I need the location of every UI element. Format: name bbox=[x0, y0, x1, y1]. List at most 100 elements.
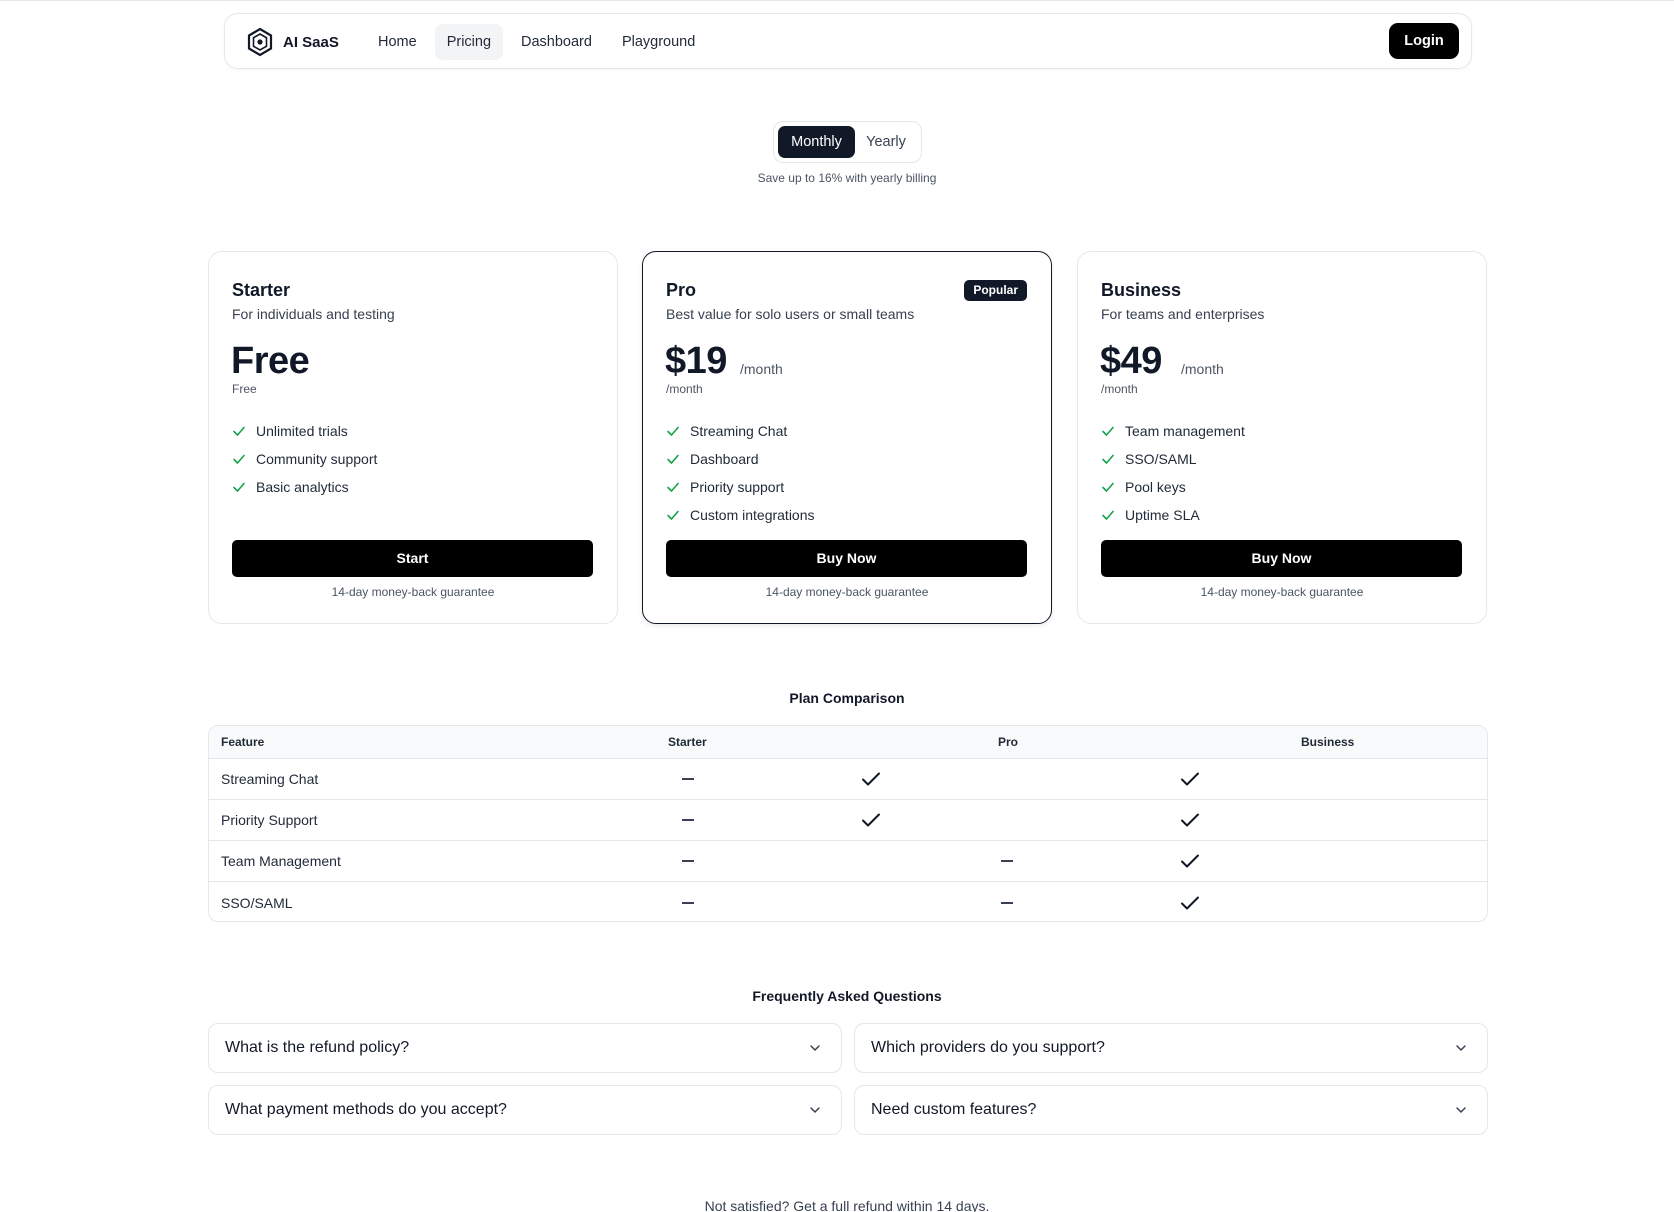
plan-guarantee: 14-day money-back guarantee bbox=[765, 585, 929, 599]
plan-card-pro: Pro Popular Best value for solo users or… bbox=[642, 251, 1052, 624]
row-feature: Streaming Chat bbox=[221, 771, 319, 787]
check-icon bbox=[1102, 454, 1114, 464]
faq-question: Need custom features? bbox=[871, 1101, 1037, 1118]
cell-starter bbox=[673, 882, 703, 921]
plan-price: Free bbox=[231, 340, 310, 382]
feature-label: Uptime SLA bbox=[1125, 507, 1200, 523]
check-icon bbox=[1181, 854, 1199, 868]
plan-guarantee: 14-day money-back guarantee bbox=[331, 585, 495, 599]
feature-item: Basic analytics bbox=[232, 473, 377, 501]
table-row: Team Management bbox=[209, 841, 1487, 882]
feature-label: Custom integrations bbox=[690, 507, 815, 523]
buy-now-button[interactable]: Buy Now bbox=[666, 540, 1027, 577]
table-row: SSO/SAML bbox=[209, 882, 1487, 921]
feature-item: Priority support bbox=[666, 473, 815, 501]
check-icon bbox=[233, 454, 245, 464]
buy-now-button[interactable]: Buy Now bbox=[1101, 540, 1462, 577]
feature-item: Dashboard bbox=[666, 445, 815, 473]
check-icon bbox=[1102, 426, 1114, 436]
feature-label: Community support bbox=[256, 451, 378, 467]
start-button[interactable]: Start bbox=[232, 540, 593, 577]
feature-item: Pool keys bbox=[1101, 473, 1245, 501]
plan-price: $49 bbox=[1100, 340, 1162, 382]
cell-pro bbox=[856, 800, 886, 840]
feature-list: Streaming Chat Dashboard Priority suppor… bbox=[666, 417, 815, 529]
yearly-toggle[interactable]: Yearly bbox=[855, 126, 917, 158]
feature-item: Custom integrations bbox=[666, 501, 815, 529]
dash-icon bbox=[1001, 901, 1013, 904]
faq-question: Which providers do you support? bbox=[871, 1039, 1105, 1056]
row-feature: Team Management bbox=[221, 853, 341, 869]
check-icon bbox=[862, 813, 880, 827]
comparison-title: Plan Comparison bbox=[789, 690, 905, 706]
dash-icon bbox=[682, 819, 694, 821]
header-pro: Pro bbox=[998, 735, 1019, 749]
cell-business bbox=[1175, 800, 1205, 840]
check-icon bbox=[667, 426, 679, 436]
popular-badge: Popular bbox=[964, 280, 1027, 301]
faq-item-payment[interactable]: What payment methods do you accept? bbox=[208, 1085, 842, 1135]
plan-subtext: /month bbox=[666, 382, 703, 396]
check-icon bbox=[1102, 510, 1114, 520]
cell-pro bbox=[992, 882, 1022, 921]
plan-description: Best value for solo users or small teams bbox=[666, 306, 915, 322]
nav-link-home[interactable]: Home bbox=[366, 24, 429, 60]
feature-item: SSO/SAML bbox=[1101, 445, 1245, 473]
feature-label: Pool keys bbox=[1125, 479, 1186, 495]
dash-icon bbox=[682, 901, 694, 904]
hexagon-logo-icon bbox=[247, 27, 273, 57]
faq-title: Frequently Asked Questions bbox=[752, 988, 942, 1004]
table-row: Streaming Chat bbox=[209, 759, 1487, 800]
feature-label: Basic analytics bbox=[256, 479, 349, 495]
faq-item-refund[interactable]: What is the refund policy? bbox=[208, 1023, 842, 1073]
feature-item: Streaming Chat bbox=[666, 417, 815, 445]
feature-item: Team management bbox=[1101, 417, 1245, 445]
dash-icon bbox=[1001, 860, 1013, 862]
nav-link-pricing[interactable]: Pricing bbox=[434, 24, 504, 60]
check-icon bbox=[233, 482, 245, 492]
dash-icon bbox=[682, 860, 694, 862]
monthly-toggle[interactable]: Monthly bbox=[778, 126, 855, 158]
feature-item: Uptime SLA bbox=[1101, 501, 1245, 529]
nav-link-dashboard[interactable]: Dashboard bbox=[509, 24, 604, 60]
cell-pro bbox=[992, 841, 1022, 881]
check-icon bbox=[862, 772, 880, 786]
cell-starter bbox=[673, 800, 703, 840]
check-icon bbox=[667, 510, 679, 520]
row-feature: SSO/SAML bbox=[221, 894, 293, 911]
feature-list: Team management SSO/SAML Pool keys Uptim… bbox=[1101, 417, 1245, 529]
chevron-down-icon bbox=[810, 1107, 820, 1113]
brand-name: AI SaaS bbox=[283, 33, 339, 51]
check-icon bbox=[1181, 813, 1199, 827]
nav-link-playground[interactable]: Playground bbox=[610, 24, 707, 60]
check-icon bbox=[667, 482, 679, 492]
row-feature: Priority Support bbox=[221, 812, 318, 828]
check-icon bbox=[1181, 896, 1199, 909]
cell-business bbox=[1175, 882, 1205, 921]
billing-save-note: Save up to 16% with yearly billing bbox=[757, 171, 937, 185]
comparison-table: Feature Starter Pro Business Streaming C… bbox=[208, 725, 1488, 922]
feature-item: Unlimited trials bbox=[232, 417, 377, 445]
plan-period: /month bbox=[1181, 361, 1224, 377]
faq-item-custom[interactable]: Need custom features? bbox=[854, 1085, 1488, 1135]
header-starter: Starter bbox=[668, 735, 707, 749]
feature-label: Priority support bbox=[690, 479, 785, 495]
cell-business bbox=[1175, 841, 1205, 881]
plan-card-business: Business For teams and enterprises $49 /… bbox=[1077, 251, 1487, 624]
faq-question: What is the refund policy? bbox=[225, 1039, 410, 1056]
check-icon bbox=[1102, 482, 1114, 492]
faq-item-providers[interactable]: Which providers do you support? bbox=[854, 1023, 1488, 1073]
brand[interactable]: AI SaaS bbox=[245, 26, 339, 58]
feature-label: SSO/SAML bbox=[1125, 451, 1197, 467]
billing-toggle: Monthly Yearly bbox=[773, 121, 922, 163]
chevron-down-icon bbox=[1456, 1045, 1466, 1051]
cell-starter bbox=[673, 841, 703, 881]
plan-name: Pro bbox=[666, 280, 697, 300]
login-button[interactable]: Login bbox=[1389, 23, 1459, 59]
feature-label: Unlimited trials bbox=[256, 423, 348, 439]
feature-list: Unlimited trials Community support Basic… bbox=[232, 417, 377, 501]
navbar: AI SaaS Home Pricing Dashboard Playgroun… bbox=[224, 13, 1472, 69]
refund-note: Not satisfied? Get a full refund within … bbox=[704, 1198, 990, 1212]
check-icon bbox=[667, 454, 679, 464]
top-border bbox=[0, 0, 1674, 1]
